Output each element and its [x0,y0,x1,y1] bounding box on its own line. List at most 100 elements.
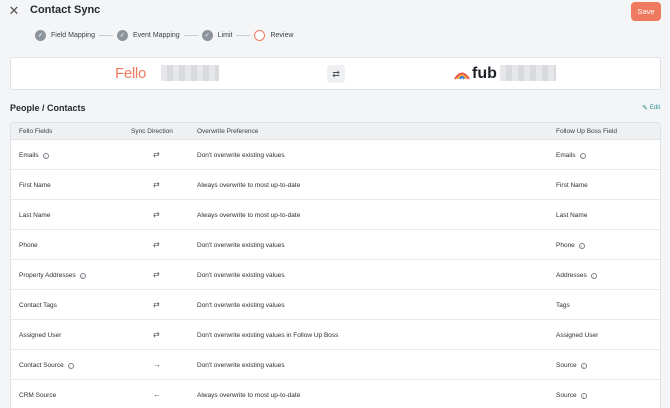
fello-field-label: Property Addresses [19,272,76,279]
fub-field-label: Addresses [556,272,587,279]
info-icon[interactable]: i [67,362,74,369]
fello-field-label: Contact Source [19,362,64,369]
field-mapping-table: Fello Fields Sync Direction Overwrite Pr… [10,122,661,408]
column-header: Overwrite Preference [197,128,259,135]
sync-direction-icon: ⇄ [153,270,160,279]
fub-field: Source i [556,362,587,369]
section-title: People / Contacts [10,103,86,113]
table-row: Property Addresses i ⇄ Don't overwrite exis… [11,260,660,290]
fello-field: CRM Source [19,392,56,399]
sync-direction-icon: ⇄ [153,150,160,159]
fub-field-label: Source [556,392,577,399]
fello-field: Emails i [19,152,49,159]
sync-direction-icon: ⇄ [153,330,160,339]
overwrite-preference: Don't overwrite existing values [197,152,285,159]
fub-field-label: Last Name [556,212,588,219]
sync-direction-icon: ⇄ [153,210,160,219]
table-row: Contact Tags ⇄ Don't overwrite existing va… [11,290,660,320]
info-icon[interactable]: i [578,242,585,249]
top-bar: ✕ Contact Sync Save ✓ Field Mapping ✓ Ev… [0,0,670,52]
fub-field: First Name [556,182,588,189]
step-event-mapping[interactable]: ✓ Event Mapping [116,29,180,41]
fub-field: Emails i [556,152,586,159]
fub-logo-text: fub [472,65,497,82]
overwrite-preference: Don't overwrite existing values [197,272,285,279]
fub-field-label: First Name [556,182,588,189]
info-icon[interactable]: i [590,272,597,279]
fello-field: Contact Source i [19,362,74,369]
info-icon[interactable]: i [579,152,586,159]
table-row: CRM Source ← Always overwrite to most up-t… [11,380,660,408]
info-icon[interactable]: i [580,392,587,399]
fub-field: Source i [556,392,587,399]
stepper: ✓ Field Mapping ✓ Event Mapping ✓ Limit … [35,28,293,42]
overwrite-preference: Always overwrite to most up-to-date [197,212,301,219]
fello-field: Contact Tags [19,302,57,309]
check-icon: ✓ [35,29,46,41]
step-connector [98,34,113,36]
table-row: Phone ⇄ Don't overwrite existing values Pho… [11,230,660,260]
step-label: Field Mapping [51,31,95,39]
current-step-icon [254,29,266,41]
fello-field-label: First Name [19,182,51,189]
check-icon: ✓ [116,29,128,41]
step-limit[interactable]: ✓ Limit [201,29,233,41]
info-icon[interactable]: i [580,362,587,369]
overwrite-preference: Don't overwrite existing values in Follo… [197,332,339,339]
step-label: Event Mapping [132,31,180,39]
integration-banner: Fello ⇄ fub [10,57,661,90]
fub-field: Addresses i [556,272,597,279]
step-review[interactable]: Review [254,29,294,41]
redacted-account-name [500,65,556,81]
table-row: Last Name ⇄ Always overwrite to most up-to… [11,200,660,230]
info-icon[interactable]: i [42,152,49,159]
pencil-icon: ✎ [642,105,648,112]
fello-field-label: Last Name [19,212,51,219]
fub-field: Assigned User [556,332,598,339]
column-header: Sync Direction [131,128,173,135]
fello-field-label: Phone [19,242,38,249]
fello-field-label: Emails [19,152,39,159]
table-row: Emails i ⇄ Don't overwrite existing values E… [11,140,660,170]
step-label: Review [270,31,294,39]
sync-direction-icon: → [153,360,161,369]
fello-field-label: Assigned User [19,332,62,339]
check-icon: ✓ [201,29,213,41]
overwrite-preference: Don't overwrite existing values [197,242,285,249]
sync-direction-icon: ⇄ [153,300,160,309]
fello-field: Property Addresses i [19,272,86,279]
edit-label: Edit [649,105,661,111]
fub-rainbow-icon [454,72,470,80]
sync-direction-icon: ⇄ [153,180,160,189]
step-connector [236,34,251,36]
fello-field: Last Name [19,212,50,219]
step-label: Limit [217,31,233,39]
sync-direction-icon: ← [153,390,161,399]
fub-field: Last Name [556,212,587,219]
page-title: Contact Sync [30,4,101,16]
fub-field-label: Source [556,362,577,369]
save-button[interactable]: Save [631,2,661,21]
column-header: Fello Fields [19,128,53,135]
table-row: Assigned User ⇄ Don't overwrite existing v… [11,320,660,350]
swap-arrows-icon: ⇄ [327,65,345,83]
overwrite-preference: Always overwrite to most up-to-date [197,392,301,399]
fub-field-label: Phone [556,242,575,249]
step-connector [183,34,198,36]
table-header: Fello Fields Sync Direction Overwrite Pr… [11,123,660,140]
redacted-account-name [161,65,219,81]
edit-button[interactable]: ✎ Edit [642,104,660,112]
close-icon[interactable]: ✕ [6,3,22,19]
info-icon[interactable]: i [79,272,86,279]
fub-field-label: Assigned User [556,332,599,339]
step-field-mapping[interactable]: ✓ Field Mapping [35,29,95,41]
sync-direction-icon: ⇄ [153,240,160,249]
fub-field: Phone i [556,242,585,249]
overwrite-preference: Don't overwrite existing values [197,362,285,369]
fello-field: Phone [19,242,38,249]
fello-field-label: Contact Tags [19,302,57,309]
fub-logo: fub [454,65,497,83]
fub-field-label: Tags [556,302,570,309]
fub-field: Tags [556,302,570,309]
column-header: Follow Up Boss Field [556,128,618,135]
